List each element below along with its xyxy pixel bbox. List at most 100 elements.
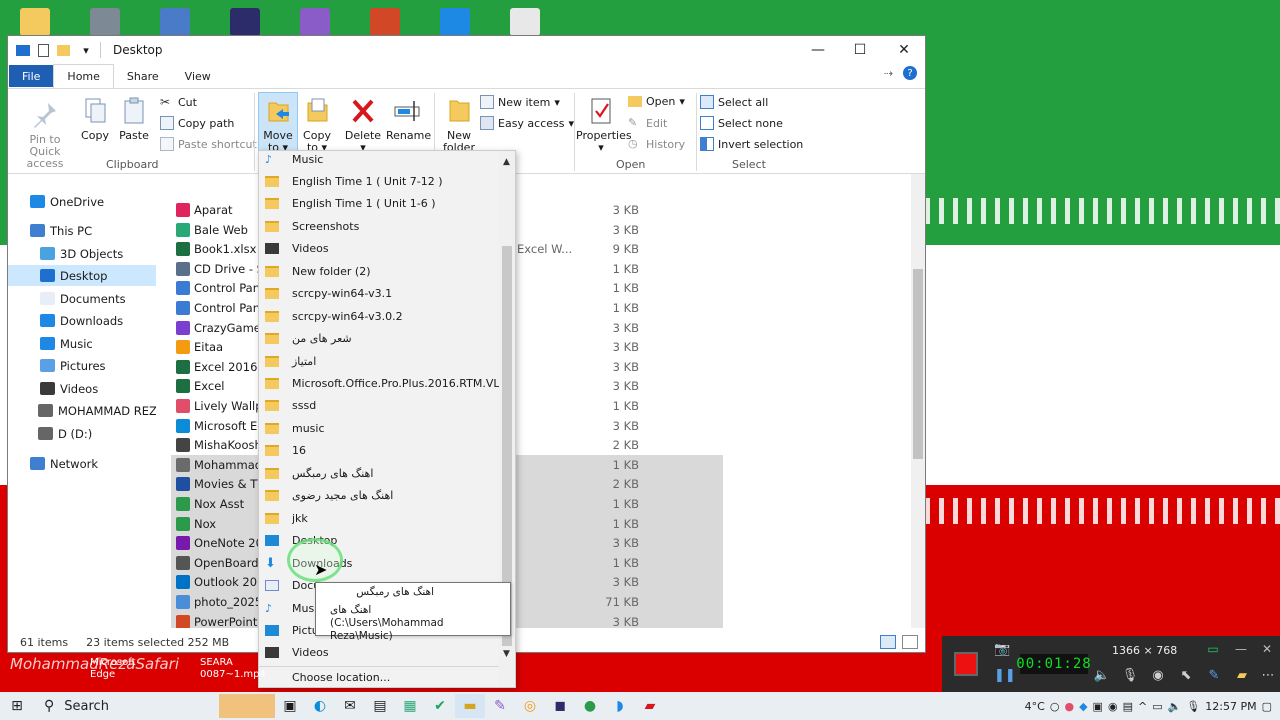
copy-path-button[interactable]: Copy path (160, 116, 234, 130)
microphone-tray-icon[interactable]: 🎙 (1186, 700, 1200, 713)
maximize-button[interactable]: ☐ (838, 36, 882, 64)
tray-app-icon[interactable]: ◆ (1079, 700, 1087, 713)
new-folder-quick-icon[interactable] (57, 44, 70, 56)
details-view-icon[interactable] (880, 635, 896, 649)
show-hidden-icons-icon[interactable]: ^ (1138, 700, 1147, 713)
title-bar[interactable]: ▾ Desktop — ☐ ✕ (8, 36, 925, 64)
easy-access-button[interactable]: Easy access ▾ (480, 116, 574, 130)
rename-button[interactable]: Rename (386, 95, 431, 142)
shield-app-icon[interactable]: ✔ (425, 694, 455, 718)
pin-quick-access-button[interactable]: Pin to Quick access (14, 99, 76, 170)
minimize-button[interactable]: — (796, 36, 840, 64)
recorder-app-icon[interactable]: ▰ (635, 694, 665, 718)
sidebar-item-network[interactable]: Network (8, 453, 156, 474)
task-view-icon[interactable]: ▣ (275, 694, 305, 718)
desktop-shortcut-icon[interactable] (90, 8, 120, 36)
move-to-menu-item[interactable]: jkk (259, 507, 499, 529)
pin-ribbon-icon[interactable]: ⇢ (884, 67, 893, 80)
pause-record-button[interactable]: ❚❚ (994, 668, 1016, 686)
paste-button[interactable]: Paste (118, 95, 150, 142)
delete-button[interactable]: Delete ▾ (344, 95, 382, 154)
cut-button[interactable]: ✂ Cut (160, 95, 197, 109)
file-list-scrollbar[interactable] (911, 174, 925, 628)
select-none-button[interactable]: Select none (700, 116, 783, 130)
move-to-menu-item[interactable]: music (259, 417, 499, 439)
tray-app-icon[interactable]: ○ (1050, 700, 1060, 713)
move-to-menu-item[interactable]: scrcpy-win64-v3.0.2 (259, 305, 499, 327)
desktop-folder-icon[interactable] (20, 8, 50, 36)
mail-icon[interactable]: ✉ (335, 694, 365, 718)
open-button[interactable]: Open ▾ (628, 95, 685, 108)
sidebar-item-pictures[interactable]: Pictures (8, 355, 156, 376)
paste-shortcut-button[interactable]: Paste shortcut (160, 137, 257, 151)
camera-icon[interactable]: 📷 (994, 642, 1014, 658)
taskbar-food-app-icon[interactable] (219, 694, 275, 718)
sidebar-item-desktop[interactable]: Desktop (8, 265, 156, 286)
notification-icon[interactable]: ▢ (1262, 700, 1272, 713)
move-to-menu-item[interactable]: Videos (259, 238, 499, 260)
sidebar-item-onedrive[interactable]: OneDrive (8, 191, 156, 212)
app-icon[interactable]: ◼ (545, 694, 575, 718)
store-icon[interactable]: ▤ (365, 694, 395, 718)
move-to-button[interactable]: Move to ▾ (260, 95, 296, 154)
sidebar-item-music[interactable]: Music (8, 333, 156, 354)
scroll-up-icon[interactable]: ▲ (503, 157, 510, 167)
desktop-user-icon[interactable] (160, 8, 190, 36)
close-button[interactable]: ✕ (882, 36, 925, 64)
scrollbar-thumb[interactable] (913, 269, 923, 459)
new-folder-button[interactable]: New folder (438, 95, 480, 154)
large-icons-view-icon[interactable] (902, 635, 918, 649)
tab-home[interactable]: Home (53, 64, 114, 88)
eitaa-icon[interactable]: ◎ (515, 694, 545, 718)
sidebar-item-videos[interactable]: Videos (8, 378, 156, 399)
desktop-document-icon[interactable] (510, 8, 540, 36)
move-to-menu-item[interactable]: Videos (259, 642, 499, 664)
move-to-menu-item[interactable]: شعر های من (259, 328, 499, 350)
scroll-down-icon[interactable]: ▼ (503, 649, 510, 659)
move-to-menu-item[interactable]: ⬇ Downloads (259, 552, 499, 574)
move-to-menu-item[interactable]: ♪ Music (259, 151, 499, 170)
copy-to-button[interactable]: Copy to ▾ (300, 95, 334, 154)
move-to-menu-item[interactable]: English Time 1 ( Unit 7-12 ) (259, 170, 499, 192)
start-button[interactable]: ⊞ (0, 692, 34, 720)
draw-pen-icon[interactable]: ✎ (1204, 668, 1224, 686)
bale-icon[interactable]: ▦ (395, 694, 425, 718)
edge-icon[interactable]: ◐ (305, 694, 335, 718)
customize-quick-access-icon[interactable]: ▾ (78, 42, 94, 58)
taskbar-search[interactable]: ⚲ Search (34, 692, 219, 720)
move-to-menu-item[interactable]: Microsoft.Office.Pro.Plus.2016.RTM.VL.x6… (259, 373, 515, 395)
select-all-button[interactable]: Select all (700, 95, 768, 109)
move-to-menu-item[interactable]: 16 (259, 440, 499, 462)
move-to-menu-item[interactable]: scrcpy-win64-v3.1 (259, 283, 499, 305)
tab-share[interactable]: Share (114, 65, 172, 87)
choose-location-item[interactable]: Choose location... (259, 666, 499, 687)
tab-view[interactable]: View (172, 65, 224, 87)
copy-button[interactable]: Copy (80, 95, 110, 142)
sidebar-item-mohammad-reza[interactable]: MOHAMMAD REZA (8, 400, 156, 421)
invert-selection-button[interactable]: Invert selection (700, 137, 803, 151)
edit-button[interactable]: ✎ Edit (628, 116, 667, 130)
history-button[interactable]: ◷ History (628, 137, 685, 151)
move-to-menu-item[interactable]: اهنگ های رمبگس (259, 462, 499, 484)
network-tray-icon[interactable]: ▭ (1152, 700, 1162, 713)
tray-app-icon[interactable]: ▣ (1093, 700, 1103, 713)
recorder-menu-icon[interactable]: ⋯ (1258, 668, 1278, 686)
properties-button[interactable]: Properties ▾ (576, 95, 632, 154)
move-to-menu-item[interactable]: اهنگ های مجید رضوی (259, 485, 499, 507)
weather-temperature[interactable]: 4°C (1025, 700, 1045, 713)
cursor-settings-icon[interactable]: ⬉ (1176, 668, 1196, 686)
file-explorer-taskbar-icon[interactable]: ▬ (455, 694, 485, 718)
move-to-menu-item[interactable]: sssd (259, 395, 499, 417)
tray-app-icon[interactable]: ◉ (1108, 700, 1118, 713)
sidebar-item-this-pc[interactable]: This PC (8, 220, 156, 241)
ribbon-app-icon[interactable]: ◗ (605, 694, 635, 718)
sidebar-item-downloads[interactable]: Downloads (8, 310, 156, 331)
clock-time[interactable]: 12:57 PM (1205, 700, 1256, 713)
move-to-menu-item[interactable]: New folder (2) (259, 260, 499, 282)
nox-icon[interactable]: ● (575, 694, 605, 718)
output-folder-icon[interactable]: ▰ (1232, 668, 1252, 686)
pen-app-icon[interactable]: ✎ (485, 694, 515, 718)
desktop-app-icon[interactable] (230, 8, 260, 36)
move-to-menu-item[interactable]: Desktop (259, 530, 499, 552)
tray-chrome-icon[interactable]: ● (1064, 700, 1074, 713)
